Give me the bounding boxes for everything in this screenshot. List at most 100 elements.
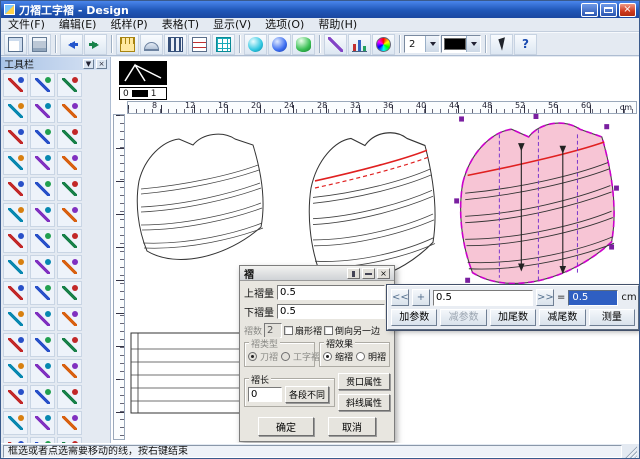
pleat-length-input[interactable] [248, 387, 282, 402]
tool-icon[interactable] [30, 99, 55, 123]
cancel-button[interactable]: 取消 [328, 417, 376, 436]
tool-icon[interactable] [57, 177, 82, 201]
ok-button[interactable]: 确定 [258, 417, 314, 436]
menu-help[interactable]: 帮助(H) [311, 18, 364, 31]
tool-icon[interactable] [3, 333, 28, 357]
dialog-close-button[interactable]: × [377, 268, 390, 279]
measure-button-param[interactable]: 测量 [589, 309, 635, 326]
add-tail-button[interactable]: 加尾数 [490, 309, 536, 326]
tool-icon[interactable] [3, 99, 28, 123]
tool-icon[interactable] [3, 411, 28, 435]
tool-icon[interactable] [57, 359, 82, 383]
tool-icon[interactable] [30, 307, 55, 331]
pointer-tool-button[interactable] [490, 34, 513, 55]
pattern-piece-middle[interactable] [309, 133, 435, 281]
pattern-piece-selected[interactable] [454, 114, 619, 291]
dialog-titlebar[interactable]: 褶 × [240, 266, 394, 281]
dialog-rollup-button[interactable] [362, 268, 375, 279]
tool-icon[interactable] [30, 255, 55, 279]
grid-button[interactable] [212, 34, 235, 55]
measure-button[interactable] [116, 34, 139, 55]
redo-button[interactable] [84, 34, 107, 55]
tool-icon[interactable] [3, 385, 28, 409]
tool-icon[interactable] [57, 229, 82, 253]
tool-icon[interactable] [30, 151, 55, 175]
drawing-canvas[interactable]: 0 1 8 12 16 20 24 28 32 36 40 44 48 52 5… [111, 57, 639, 443]
tool-icon[interactable] [30, 333, 55, 357]
minimize-button[interactable] [581, 3, 598, 17]
visible-pleat-radio[interactable] [356, 352, 365, 361]
knife-pleat-radio[interactable] [248, 352, 257, 361]
tool-icon[interactable] [3, 203, 28, 227]
tool-icon[interactable] [57, 281, 82, 305]
tool-icon[interactable] [57, 203, 82, 227]
tool-icon[interactable] [3, 255, 28, 279]
color-wheel-button[interactable] [372, 34, 395, 55]
protractor-button[interactable] [140, 34, 163, 55]
tool-icon[interactable] [3, 73, 28, 97]
tool-icon[interactable] [30, 177, 55, 201]
tool-icon[interactable] [57, 385, 82, 409]
cylinder-3d-button[interactable] [292, 34, 315, 55]
add-param-button[interactable]: 加参数 [391, 309, 437, 326]
resize-grip[interactable] [624, 445, 637, 458]
undo-button[interactable] [60, 34, 83, 55]
tool-icon[interactable] [57, 411, 82, 435]
param-value-input[interactable] [433, 290, 533, 306]
tool-icon[interactable] [3, 229, 28, 253]
zoom-dropdown-button[interactable] [425, 36, 439, 52]
box-pleat-radio[interactable] [281, 352, 290, 361]
prev-param-button[interactable]: << [391, 289, 409, 306]
panel-close-button[interactable]: × [96, 59, 107, 69]
tool-icon[interactable] [30, 411, 55, 435]
tool-icon[interactable] [30, 125, 55, 149]
seam-allowance-button[interactable] [188, 34, 211, 55]
tool-icon[interactable] [30, 359, 55, 383]
color-dropdown-button[interactable] [466, 36, 480, 52]
new-document-button[interactable] [4, 34, 27, 55]
dialog-pin-button[interactable] [347, 268, 360, 279]
sphere-3d-button[interactable] [244, 34, 267, 55]
tool-icon[interactable] [30, 229, 55, 253]
help-button[interactable]: ? [514, 34, 537, 55]
menu-pattern[interactable]: 纸样(P) [103, 18, 154, 31]
next-param-button[interactable]: >> [536, 289, 554, 306]
pleat-tool-button[interactable] [164, 34, 187, 55]
zoom-select[interactable]: 2 [404, 35, 440, 53]
tool-icon[interactable] [57, 99, 82, 123]
tool-icon[interactable] [3, 281, 28, 305]
tool-icon[interactable] [30, 281, 55, 305]
shirr-radio[interactable] [323, 352, 332, 361]
tool-panel-caption[interactable]: 工具栏 ▼ × [1, 57, 110, 70]
menu-options[interactable]: 选项(O) [258, 18, 311, 31]
pattern-piece-left[interactable] [137, 134, 263, 259]
subtract-param-button[interactable]: 减参数 [440, 309, 486, 326]
param-result-field[interactable]: 0.5 [568, 290, 618, 306]
print-button[interactable] [28, 34, 51, 55]
tool-icon[interactable] [3, 151, 28, 175]
subtract-tail-button[interactable]: 减尾数 [539, 309, 585, 326]
slit-properties-button[interactable]: 贯口属性 [338, 373, 390, 390]
menu-view[interactable]: 显示(V) [206, 18, 258, 31]
line-color-select[interactable] [441, 35, 481, 53]
tool-icon[interactable] [3, 125, 28, 149]
tool-icon[interactable] [30, 203, 55, 227]
maximize-button[interactable] [600, 3, 617, 17]
tool-icon[interactable] [3, 359, 28, 383]
tool-icon[interactable] [57, 333, 82, 357]
upper-pleat-input[interactable] [277, 285, 385, 300]
plus-button[interactable]: + [412, 289, 430, 306]
close-button[interactable]: × [619, 3, 636, 17]
menu-table[interactable]: 表格(T) [155, 18, 206, 31]
render-3d-button[interactable] [268, 34, 291, 55]
tool-icon[interactable] [3, 177, 28, 201]
tool-icon[interactable] [57, 73, 82, 97]
reverse-side-checkbox[interactable] [324, 326, 333, 335]
lower-pleat-input[interactable] [277, 304, 385, 319]
per-segment-button[interactable]: 各段不同 [285, 386, 329, 403]
fan-pleat-checkbox[interactable] [284, 326, 293, 335]
tool-icon[interactable] [30, 385, 55, 409]
tool-icon[interactable] [30, 73, 55, 97]
menu-edit[interactable]: 编辑(E) [52, 18, 104, 31]
pleat-count-input[interactable] [264, 323, 282, 338]
